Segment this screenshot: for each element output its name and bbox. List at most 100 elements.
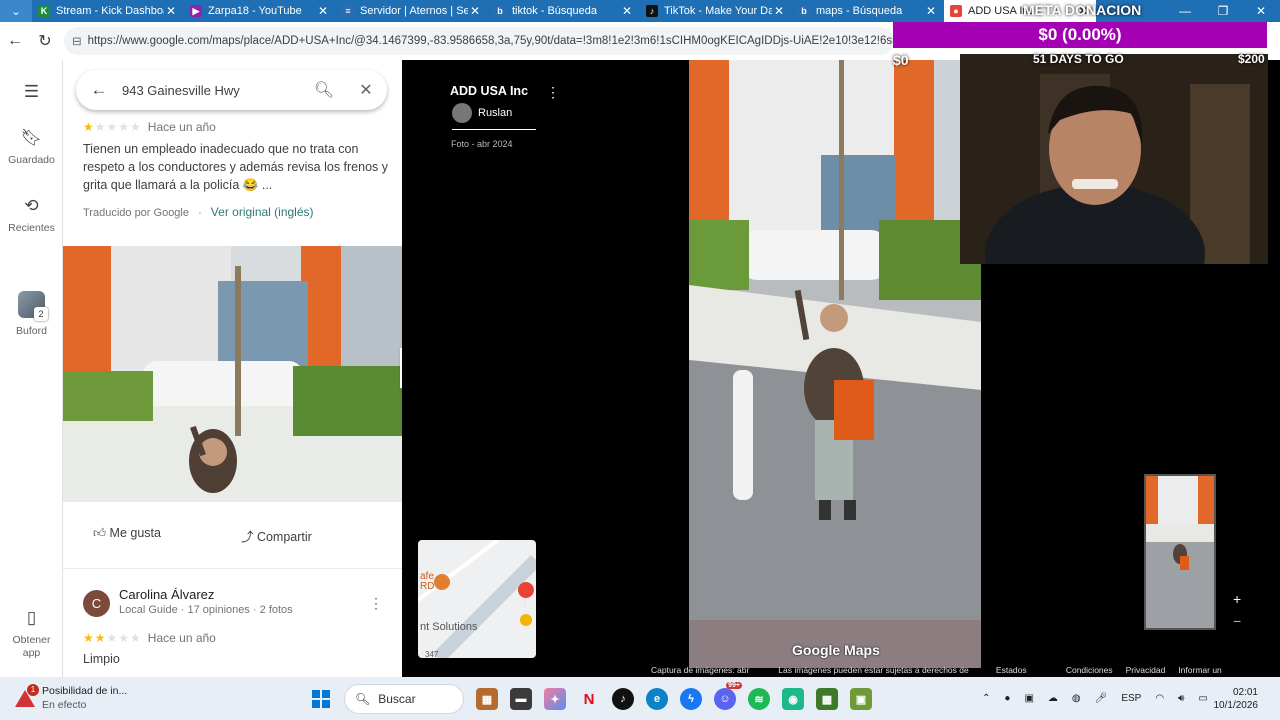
- taskbar-search[interactable]: 🔍︎ Buscar: [344, 684, 464, 714]
- start-icon[interactable]: [310, 688, 332, 710]
- language-indicator[interactable]: ESP: [1121, 693, 1141, 704]
- game-app-icon[interactable]: ◉: [782, 688, 804, 710]
- maximize-icon[interactable]: ❐: [1204, 0, 1242, 22]
- rail-recent-label: Recientes: [8, 222, 55, 234]
- taskbar-search-label: Buscar: [378, 692, 416, 706]
- taskbar-apps: 🔍︎ Buscar ▦ ▬ ✦ N ♪ e ϟ ☺ 99+ ≋ ◉ ▩ ▣: [304, 682, 878, 714]
- tiktok-icon[interactable]: ♪: [612, 688, 634, 710]
- tray-app-icon[interactable]: ●: [1004, 693, 1010, 704]
- close-tab-icon[interactable]: ✕: [164, 4, 178, 18]
- donation-goal-start: $0: [893, 52, 909, 68]
- review1-stars: ★★★★★: [83, 120, 142, 134]
- rail-place-label: Buford: [16, 325, 47, 337]
- alert-subtitle: En efecto: [42, 699, 87, 711]
- browser-tab[interactable]: b maps - Búsqueda ✕: [792, 0, 944, 22]
- minimap[interactable]: afe RD nt Solutions 347: [418, 540, 536, 658]
- zoom-out-icon[interactable]: −: [1233, 610, 1241, 632]
- creeper-icon[interactable]: ▩: [816, 688, 838, 710]
- review1-text: Tienen un empleado inadecuado que no tra…: [83, 142, 389, 192]
- weather-alert-widget[interactable]: 1 Posibilidad de in... En efecto: [14, 684, 127, 712]
- browser-tab[interactable]: ▶ Zarpa18 - YouTube ✕: [184, 0, 336, 22]
- browser-tab[interactable]: ♪ TikTok - Make Your Day ✕: [640, 0, 792, 22]
- spotify-icon[interactable]: ≋: [748, 688, 770, 710]
- photo-thumbnail[interactable]: [1144, 474, 1216, 630]
- netflix-icon[interactable]: N: [578, 688, 600, 710]
- review2-text: Limpio: [83, 652, 120, 666]
- search-box[interactable]: ← 943 Gainesville Hwy 🔍︎ ✕: [76, 70, 387, 110]
- chevron-up-icon[interactable]: ⌃: [982, 693, 990, 704]
- close-tab-icon[interactable]: ✕: [620, 4, 634, 18]
- warning-icon: 1: [14, 684, 39, 709]
- viewer-more-icon[interactable]: ⋮: [546, 84, 560, 101]
- avatar[interactable]: C: [83, 590, 110, 617]
- browser-tab[interactable]: ≡ Servidor | Aternos | Servidor✕: [336, 0, 488, 22]
- search-icon[interactable]: 🔍︎: [303, 80, 345, 100]
- more-options-icon[interactable]: ⋮: [369, 595, 383, 612]
- file-explorer-icon[interactable]: ▬: [510, 688, 532, 710]
- rail-saved[interactable]: 🔖︎ Guardado: [0, 128, 63, 166]
- review-photo[interactable]: [63, 246, 402, 502]
- wifi-icon[interactable]: ◠: [1155, 693, 1164, 704]
- menu-icon[interactable]: ☰: [0, 82, 63, 108]
- copilot-icon[interactable]: ✦: [544, 688, 566, 710]
- translation-note: Traducido por Google · Ver original (ing…: [83, 205, 314, 219]
- window-controls: — ❐ ✕: [1166, 0, 1280, 22]
- place-thumbnail: 2: [18, 291, 48, 321]
- close-tab-icon[interactable]: ✕: [924, 4, 938, 18]
- edge-icon[interactable]: e: [646, 688, 668, 710]
- reload-icon[interactable]: ↻: [30, 31, 60, 51]
- rail-get-app[interactable]: ▯ Obtener app: [0, 608, 63, 660]
- minimap-poi-label: afe RD: [420, 571, 435, 592]
- tray-app-icon-2[interactable]: ▣: [1024, 693, 1033, 704]
- close-window-icon[interactable]: ✕: [1242, 0, 1280, 22]
- back-arrow-icon[interactable]: ←: [76, 80, 122, 100]
- volume-icon[interactable]: 🔊︎: [1178, 693, 1184, 704]
- main-photo[interactable]: [689, 60, 981, 668]
- close-icon[interactable]: ✕: [345, 80, 387, 100]
- close-tab-icon[interactable]: ✕: [316, 4, 330, 18]
- search-input[interactable]: 943 Gainesville Hwy: [122, 83, 303, 98]
- photo-author[interactable]: Ruslan: [452, 103, 512, 123]
- widgets-icon[interactable]: ▦: [476, 688, 498, 710]
- reviewer-meta: Local Guide · 17 opiniones · 2 fotos: [119, 604, 293, 616]
- back-icon[interactable]: ←: [0, 32, 30, 50]
- microphone-icon[interactable]: 🎤︎: [1095, 693, 1108, 704]
- minecraft-icon[interactable]: ▣: [850, 688, 872, 710]
- review-actions: 👍︎ Me gusta ⤴ Compartir: [93, 526, 392, 545]
- tab-menu-button[interactable]: ⌄: [0, 0, 32, 22]
- discord-icon[interactable]: ☺ 99+: [714, 682, 742, 710]
- close-tab-icon[interactable]: ✕: [468, 4, 482, 18]
- review2-date: Hace un año: [147, 631, 216, 645]
- minimap-business-label: nt Solutions: [420, 621, 478, 633]
- browser-tab[interactable]: K Stream - Kick Dashboard✕: [32, 0, 184, 22]
- see-original-link[interactable]: Ver original (inglés): [211, 205, 314, 219]
- url-input[interactable]: ⊟ https://www.google.com/maps/place/ADD+…: [64, 27, 894, 55]
- tab-title: Servidor | Aternos | Servidor: [360, 5, 468, 17]
- minimize-icon[interactable]: —: [1166, 0, 1204, 22]
- windows-taskbar: 1 Posibilidad de in... En efecto 🔍︎ Busc…: [0, 677, 1280, 720]
- photo-date: Foto - abr 2024: [451, 139, 513, 149]
- browser-tab[interactable]: b tiktok - Búsqueda ✕: [488, 0, 640, 22]
- minimap-road-label: 347: [425, 650, 439, 658]
- youtube-icon: ▶: [190, 5, 202, 17]
- clock[interactable]: 02:01 10/1/2026: [1200, 686, 1259, 712]
- donation-goal-title: META DONACION: [1023, 2, 1142, 18]
- site-info-icon[interactable]: ⊟: [72, 34, 82, 48]
- close-tab-icon[interactable]: ✕: [772, 4, 786, 18]
- zoom-in-icon[interactable]: +: [1233, 588, 1241, 610]
- rail-get-app-label: Obtener app: [12, 634, 51, 659]
- donation-days-left: 51 DAYS TO GO: [1033, 52, 1124, 66]
- messenger-icon[interactable]: ϟ: [680, 688, 702, 710]
- rail-place-buford[interactable]: 2 Buford: [0, 291, 63, 337]
- rail-recent[interactable]: ⟲ Recientes: [0, 196, 63, 235]
- share-button[interactable]: ⤴ Compartir: [241, 526, 352, 545]
- cloud-icon[interactable]: ☁: [1048, 693, 1058, 704]
- clock-date: 10/1/2026: [1213, 700, 1259, 711]
- search-icon: 🔍︎: [355, 692, 371, 706]
- like-button[interactable]: 👍︎ Me gusta: [93, 526, 201, 545]
- tab-title: maps - Búsqueda: [816, 5, 903, 17]
- reviewer-name[interactable]: Carolina Álvarez: [119, 587, 214, 602]
- alert-text: Posibilidad de in... En efecto: [42, 684, 127, 712]
- donation-goal-target: $200: [1238, 52, 1265, 66]
- tray-app-icon-3[interactable]: ◍: [1072, 693, 1081, 704]
